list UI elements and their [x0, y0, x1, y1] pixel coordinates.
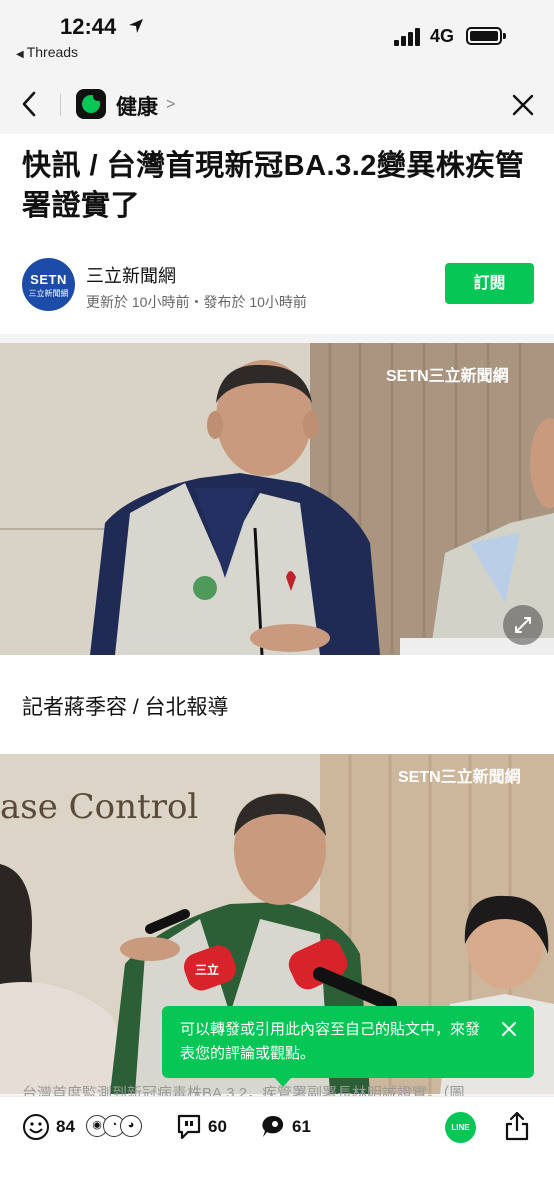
tooltip-arrow: [274, 1077, 292, 1087]
comment-count: 60: [208, 1117, 227, 1136]
share-icon[interactable]: [504, 1110, 530, 1142]
article-headline: 快訊 / 台灣首現新冠BA.3.2變異株疾管署證實了: [22, 150, 525, 222]
publisher-name[interactable]: 三立新聞網: [86, 262, 176, 288]
article-photo-1[interactable]: SETN三立新聞網: [0, 343, 554, 655]
photo-2-watermark: SETN三立新聞網: [398, 767, 521, 786]
photo-1-watermark: SETN三立新聞網: [386, 366, 509, 385]
reaction-emoji-stack[interactable]: ◉ ◔ ◕: [86, 1115, 144, 1139]
publish-time: 更新於 10小時前・發布於 10小時前: [86, 294, 307, 310]
comment-icon: [177, 1114, 201, 1140]
emoji-angry-icon: ◕: [120, 1115, 142, 1137]
status-bar: 12:44 ◀ Threads 4G: [0, 0, 554, 72]
location-arrow-icon: [129, 19, 143, 33]
back-app-label: Threads: [26, 44, 79, 60]
smiley-icon: [23, 1114, 49, 1140]
repost-button[interactable]: 61: [258, 1111, 311, 1143]
nav-divider: [60, 94, 61, 116]
clock: 12:44: [60, 14, 117, 39]
mic-flag-text: 三立: [195, 962, 219, 977]
network-type: 4G: [430, 26, 455, 46]
battery-icon: [466, 27, 506, 45]
close-icon[interactable]: [510, 92, 536, 118]
reaction-count: 84: [56, 1117, 75, 1136]
share-tooltip: 可以轉發或引用此內容至自己的貼文中，來發表您的評論或觀點。: [162, 1006, 534, 1087]
article-byline: 記者蔣季容 / 台北報導: [22, 696, 229, 719]
back-triangle-icon: ◀: [16, 49, 24, 60]
repost-bubble-icon: [262, 1116, 284, 1137]
cellular-signal-icon: [394, 28, 424, 46]
expand-photo-button[interactable]: [503, 605, 543, 645]
bottom-action-bar: 84 ◉ ◔ ◕ 60 61 LINE: [0, 1096, 554, 1200]
line-today-logo-icon: [76, 89, 106, 119]
back-chevron-icon[interactable]: [18, 90, 42, 118]
tooltip-text: 可以轉發或引用此內容至自己的貼文中，來發表您的評論或觀點。: [180, 1021, 481, 1062]
comment-button[interactable]: 60: [176, 1111, 227, 1143]
tooltip-close-icon[interactable]: [498, 1018, 520, 1040]
nav-header: 健康 >: [0, 78, 554, 132]
photo-2-sign-text: ase Control: [0, 787, 198, 827]
expand-icon: [515, 617, 531, 633]
byline-section: 記者蔣季容 / 台北報導: [0, 655, 554, 754]
category-chevron-icon[interactable]: >: [166, 96, 175, 114]
back-to-app-link[interactable]: ◀ Threads: [16, 44, 78, 60]
category-label[interactable]: 健康: [116, 91, 158, 121]
line-share-icon[interactable]: LINE: [445, 1112, 476, 1143]
photo-1-illustration: SETN三立新聞網: [0, 343, 554, 655]
repost-count: 61: [292, 1117, 311, 1136]
reaction-button[interactable]: 84: [22, 1111, 75, 1143]
article-header: 快訊 / 台灣首現新冠BA.3.2變異株疾管署證實了 SETN 三立新聞網 三立…: [0, 134, 554, 334]
subscribe-button[interactable]: 訂閱: [445, 263, 534, 304]
publisher-logo[interactable]: SETN 三立新聞網: [22, 258, 75, 311]
